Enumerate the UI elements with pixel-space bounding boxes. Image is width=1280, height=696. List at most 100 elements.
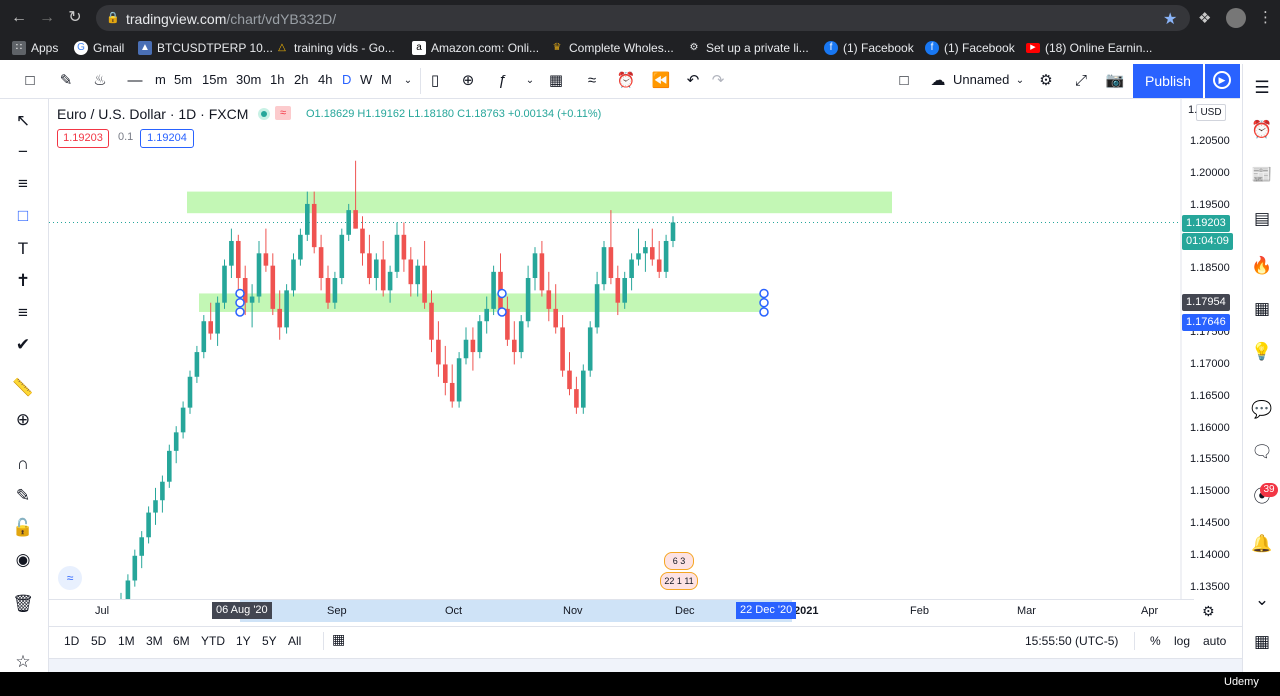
bookmark-amazon[interactable]: a Amazon.com: Onli... <box>412 40 539 56</box>
address-bar[interactable]: 🔒 tradingview.com/chart/vdYB332D/ <box>96 5 1190 31</box>
calendar-grid-icon[interactable]: ▦ <box>1250 297 1274 321</box>
bookmark-gmail[interactable]: G Gmail <box>74 40 124 56</box>
symbol-title[interactable]: Euro / U.S. Dollar · 1D · FXCM <box>57 106 248 122</box>
trend-line-icon[interactable]: − <box>12 141 34 163</box>
resize-handle[interactable] <box>759 288 769 299</box>
line-style-icon[interactable]: — <box>120 71 150 91</box>
notifications-bell-icon[interactable]: 🔔 <box>1250 532 1274 556</box>
alerts-clock-icon[interactable]: ⏰ <box>1250 118 1274 142</box>
magnet-icon[interactable]: ∩ <box>12 453 34 475</box>
clock-timezone[interactable]: 15:55:50 (UTC-5) <box>1025 634 1118 648</box>
brush-icon[interactable]: ✎ <box>56 71 76 91</box>
cursor-select-icon[interactable]: □ <box>20 71 40 91</box>
rectangle-tool-icon[interactable]: □ <box>12 205 34 227</box>
alert-clock-icon[interactable]: ⏰ <box>616 71 636 91</box>
undo-icon[interactable]: ↶ <box>683 71 703 91</box>
live-stream-button[interactable]: ▶ <box>1205 64 1240 98</box>
resize-handle[interactable] <box>759 307 769 317</box>
range-1m[interactable]: 1M <box>118 634 135 648</box>
buy-price-button[interactable]: 1.19204 <box>140 129 194 148</box>
lock-drawings-pencil-icon[interactable]: ✎ <box>12 485 34 507</box>
log-scale-toggle[interactable]: log <box>1174 634 1190 648</box>
layout-chevron-down-icon[interactable]: ⌄ <box>1010 71 1030 91</box>
bookmark-facebook-2[interactable]: f (1) Facebook <box>925 40 1015 56</box>
fill-bucket-icon[interactable]: ♨ <box>90 71 110 91</box>
replay-icon[interactable]: ⏪ <box>651 71 671 91</box>
watchlist-icon[interactable]: ☰ <box>1250 76 1274 100</box>
collapse-chevron-icon[interactable]: ⌄ <box>1250 588 1274 612</box>
bookmark-star-icon[interactable]: ★ <box>1163 9 1177 29</box>
extensions-puzzle-icon[interactable]: ❖ <box>1198 9 1211 27</box>
resize-handle[interactable] <box>235 297 245 308</box>
range-3m[interactable]: 3M <box>146 634 163 648</box>
patterns-icon[interactable]: ✝ <box>12 270 34 292</box>
publish-button[interactable]: Publish <box>1133 64 1203 98</box>
tradingview-logo-icon[interactable]: ≈ <box>58 566 82 590</box>
range-1d[interactable]: 1D <box>64 634 79 648</box>
redo-icon[interactable]: ↷ <box>708 71 728 91</box>
profile-avatar[interactable] <box>1226 8 1246 28</box>
axis-settings-gear-icon[interactable]: ⚙ <box>1202 603 1215 620</box>
fullscreen-square-icon[interactable]: □ <box>894 71 914 91</box>
indicators-chevron-down-icon[interactable]: ⌄ <box>520 71 540 91</box>
candle-type-icon[interactable]: ▯ <box>425 71 445 91</box>
check-circle-icon[interactable]: ✔ <box>12 334 34 356</box>
resize-handle[interactable] <box>759 297 769 308</box>
browser-menu-icon[interactable]: ⋮ <box>1258 8 1273 26</box>
financials-bars-icon[interactable]: ▦ <box>546 71 566 91</box>
back-arrow-icon[interactable]: ← <box>9 8 29 28</box>
range-6m[interactable]: 6M <box>173 634 190 648</box>
currency-badge[interactable]: USD <box>1196 104 1226 121</box>
economic-events-marker[interactable]: 6 3 22 1 11 <box>660 552 698 596</box>
templates-icon[interactable]: ≈ <box>582 71 602 91</box>
fullscreen-icon[interactable]: ⤢ <box>1071 71 1091 91</box>
resize-handle[interactable] <box>497 288 507 299</box>
interval-15m[interactable]: 15m <box>202 72 227 87</box>
resize-handle[interactable] <box>235 288 245 299</box>
news-icon[interactable]: 📰 <box>1250 163 1274 187</box>
range-all[interactable]: All <box>288 634 301 648</box>
hotlist-flame-icon[interactable]: 🔥 <box>1250 254 1274 278</box>
date-range-calendar-icon[interactable]: ▦ <box>332 631 345 648</box>
resize-handle[interactable] <box>235 307 245 317</box>
eye-icon[interactable]: ◉ <box>12 549 34 571</box>
range-1y[interactable]: 1Y <box>236 634 251 648</box>
ruler-icon[interactable]: 📏 <box>12 377 34 399</box>
ideas-bulb-icon[interactable]: 💡 <box>1250 340 1274 364</box>
settings-gear-icon[interactable]: ⚙ <box>1036 71 1056 91</box>
interval-4h[interactable]: 4h <box>318 72 332 87</box>
bookmark-complete-wholesale[interactable]: ♛ Complete Wholes... <box>550 40 674 56</box>
interval-m[interactable]: m <box>155 72 166 87</box>
range-5d[interactable]: 5D <box>91 634 106 648</box>
interval-1h[interactable]: 1h <box>270 72 284 87</box>
trash-icon[interactable]: 🗑 <box>12 593 34 615</box>
fib-lines-icon[interactable]: ≡ <box>12 173 34 195</box>
range-ytd[interactable]: YTD <box>201 634 225 648</box>
zone-rectangle[interactable] <box>187 191 892 214</box>
lock-icon[interactable]: 🔓 <box>12 517 34 539</box>
zoom-in-icon[interactable]: ⊕ <box>12 409 34 431</box>
prediction-icon[interactable]: ≡ <box>12 302 34 324</box>
chats-icon[interactable]: 💬 <box>1250 398 1274 422</box>
bookmark-private-link[interactable]: ⚙ Set up a private li... <box>687 40 809 56</box>
interval-5m[interactable]: 5m <box>174 72 192 87</box>
interval-2h[interactable]: 2h <box>294 72 308 87</box>
resize-handle[interactable] <box>497 307 507 317</box>
zone-rectangle[interactable] <box>199 293 764 312</box>
percent-scale-toggle[interactable]: % <box>1150 634 1161 648</box>
bookmark-facebook-1[interactable]: f (1) Facebook <box>824 40 914 56</box>
bookmark-btcusdt[interactable]: ▲ BTCUSDTPERP 10... <box>138 40 273 56</box>
cursor-arrow-icon[interactable]: ↖ <box>12 110 34 132</box>
bookmark-training-vids[interactable]: △ training vids - Go... <box>275 40 395 56</box>
help-icon[interactable]: ▦ <box>1250 630 1274 654</box>
interval-d[interactable]: D <box>342 72 351 87</box>
messages-icon[interactable]: 🗨 <box>1250 440 1274 464</box>
forward-arrow-icon[interactable]: → <box>37 8 57 28</box>
bookmark-apps[interactable]: ∷ Apps <box>12 40 58 56</box>
intervals-chevron-down-icon[interactable]: ⌄ <box>398 71 418 91</box>
interval-mo[interactable]: M <box>381 72 392 87</box>
interval-w[interactable]: W <box>360 72 372 87</box>
sell-price-button[interactable]: 1.19203 <box>57 129 109 148</box>
snapshot-camera-icon[interactable]: 📷 <box>1105 71 1125 91</box>
calendar-icon[interactable]: ▤ <box>1250 207 1274 231</box>
